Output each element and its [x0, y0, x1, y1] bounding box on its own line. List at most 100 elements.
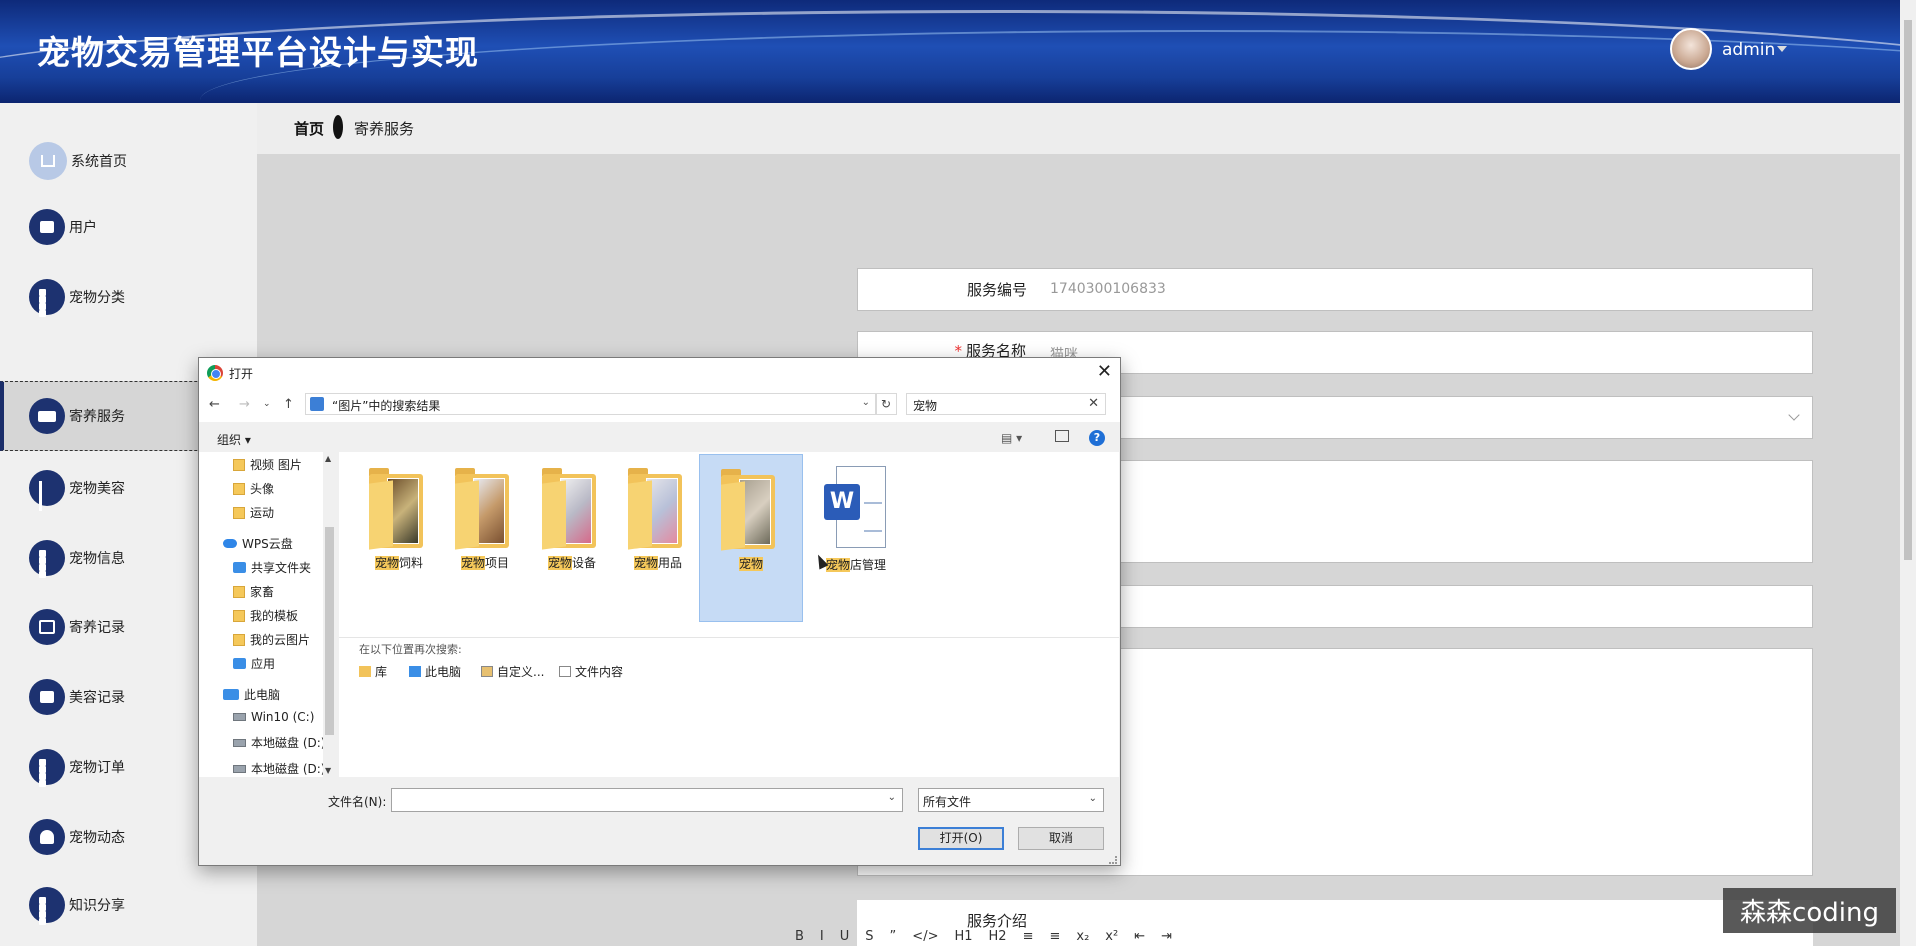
computer-icon [223, 689, 239, 700]
word-document-icon: W [824, 466, 888, 550]
subscript-button[interactable]: x₂ [1076, 929, 1089, 944]
tree-item[interactable]: 应用 [233, 655, 275, 672]
file-label: 宠物设备 [547, 556, 597, 570]
file-item[interactable]: 宠物饲料 [356, 462, 442, 571]
h2-button[interactable]: H2 [989, 929, 1007, 944]
h1-button[interactable]: H1 [954, 929, 972, 944]
tree-scrollbar[interactable]: ▲ ▼ [323, 452, 336, 777]
search-this-pc-link[interactable]: 此电脑 [409, 663, 461, 680]
tree-item-label: WPS云盘 [242, 537, 293, 551]
chevron-down-icon[interactable]: ⌄ [1089, 793, 1097, 804]
tree-item-label: Win10 (C:) [251, 710, 315, 724]
underline-button[interactable]: U [840, 929, 850, 944]
scroll-up-icon[interactable]: ▲ [325, 454, 331, 463]
ordered-list-button[interactable]: ≡ [1023, 929, 1034, 944]
navigation-tree: 视频 图片 头像 运动 WPS云盘 共享文件夹 家畜 我的模板 我的云图片 应用… [199, 452, 323, 777]
tree-item[interactable]: 头像 [233, 480, 274, 497]
file-item[interactable]: 宠物设备 [529, 462, 615, 571]
open-button[interactable]: 打开(O) [918, 827, 1004, 850]
search-again-header: 在以下位置再次搜索: [359, 643, 462, 656]
organize-menu[interactable]: 组织 ▾ [217, 431, 251, 448]
scroll-down-icon[interactable]: ▼ [325, 766, 331, 775]
sidebar-item-label: 寄养记录 [69, 620, 125, 636]
filename-input[interactable]: ⌄ [391, 788, 903, 812]
chrome-icon [207, 365, 223, 381]
grid-icon [29, 279, 65, 317]
chevron-down-icon[interactable] [1777, 46, 1787, 52]
filename-label: 文件名(N): [328, 795, 387, 809]
tree-item[interactable]: 运动 [233, 504, 274, 521]
sidebar-item-users[interactable]: 用户 [0, 192, 257, 262]
tree-item[interactable]: 我的模板 [233, 607, 298, 624]
quote-button[interactable]: ” [890, 929, 897, 944]
outdent-button[interactable]: ⇤ [1134, 929, 1145, 944]
clear-search-icon[interactable]: ✕ [1088, 396, 1099, 411]
tree-item[interactable]: Win10 (C:) [233, 710, 314, 724]
file-item[interactable]: 宠物项目 [442, 462, 528, 571]
search-input[interactable]: 宠物 ✕ [906, 393, 1106, 415]
tree-item[interactable]: 本地磁盘 (D:) [233, 760, 323, 777]
username[interactable]: admin [1722, 40, 1775, 60]
superscript-button[interactable]: x² [1105, 929, 1118, 944]
chevron-down-icon[interactable]: ⌄ [888, 792, 896, 803]
close-icon[interactable]: ✕ [1097, 361, 1112, 382]
bullet-list-button[interactable]: ≡ [1049, 929, 1060, 944]
refresh-icon[interactable]: ↻ [875, 393, 897, 415]
filetype-select[interactable]: 所有文件 ⌄ [918, 788, 1104, 812]
organize-label: 组织 [217, 433, 242, 447]
file-item[interactable]: 宠物用品 [615, 462, 701, 571]
disk-icon [233, 738, 246, 747]
tree-item-label: 我的模板 [250, 609, 299, 623]
preview-pane-icon[interactable] [1055, 430, 1069, 442]
dialog-titlebar: 打开 ✕ [199, 358, 1120, 388]
view-options-icon[interactable]: ▤ ▾ [1001, 431, 1022, 445]
service-no-value: 1740300106833 [1050, 281, 1166, 297]
bar-chart-icon [29, 470, 65, 511]
file-item[interactable]: W 宠物店管理 [813, 462, 899, 573]
bold-button[interactable]: B [795, 929, 804, 944]
avatar[interactable] [1670, 28, 1712, 70]
folder-icon [542, 468, 602, 550]
sidebar-item-knowledge-share[interactable]: 知识分享 [0, 870, 257, 940]
top-header: 宠物交易管理平台设计与实现 admin [0, 0, 1916, 103]
tree-item[interactable]: 共享文件夹 [233, 559, 311, 576]
tree-item[interactable]: WPS云盘 [223, 535, 293, 552]
line-chart-icon [29, 609, 65, 645]
strike-button[interactable]: S [865, 929, 873, 944]
tree-item-label: 本地磁盘 (D:) [251, 736, 323, 750]
recent-dropdown-icon[interactable]: ⌄ [263, 399, 271, 409]
tree-item-label: 运动 [250, 506, 275, 520]
resize-grip[interactable] [1109, 856, 1117, 864]
sidebar-item-label: 用户 [69, 220, 97, 236]
code-button[interactable]: </> [912, 929, 938, 944]
indent-button[interactable]: ⇥ [1161, 929, 1172, 944]
chevron-down-icon[interactable]: ⌄ [862, 397, 870, 408]
tree-item[interactable]: 此电脑 [223, 686, 280, 703]
search-library-link[interactable]: 库 [359, 663, 387, 680]
back-arrow-icon[interactable]: ← [209, 397, 220, 412]
search-file-contents-link[interactable]: 文件内容 [559, 663, 623, 680]
file-item-selected[interactable]: 宠物 [699, 454, 803, 622]
search-custom-link[interactable]: 自定义... [481, 663, 544, 680]
italic-button[interactable]: I [820, 929, 824, 944]
tree-item[interactable]: 我的云图片 [233, 631, 310, 648]
address-bar[interactable]: “图片”中的搜索结果 ⌄ [305, 393, 877, 415]
scrollbar-thumb[interactable] [325, 527, 334, 735]
scrollbar-thumb[interactable] [1904, 20, 1912, 560]
cloud-icon [223, 539, 237, 548]
breadcrumb-home[interactable]: 首页 [294, 118, 324, 139]
tree-item[interactable]: 本地磁盘 (D:) [233, 734, 323, 751]
tree-item[interactable]: 视频 图片 [233, 456, 302, 473]
folder-icon [233, 458, 245, 471]
sidebar-item-home[interactable]: 系统首页 [0, 126, 257, 196]
document-icon [559, 666, 571, 677]
forward-arrow-icon[interactable]: → [239, 397, 250, 412]
cancel-button[interactable]: 取消 [1018, 827, 1104, 850]
help-icon[interactable]: ? [1089, 430, 1105, 446]
file-label: 宠物项目 [460, 556, 510, 570]
sidebar-item-pet-category[interactable]: 宠物分类 [0, 262, 257, 332]
up-arrow-icon[interactable]: ↑ [283, 397, 294, 412]
breadcrumb-current: 寄养服务 [354, 120, 415, 138]
tree-item[interactable]: 家畜 [233, 583, 274, 600]
page-scrollbar[interactable] [1900, 0, 1916, 946]
